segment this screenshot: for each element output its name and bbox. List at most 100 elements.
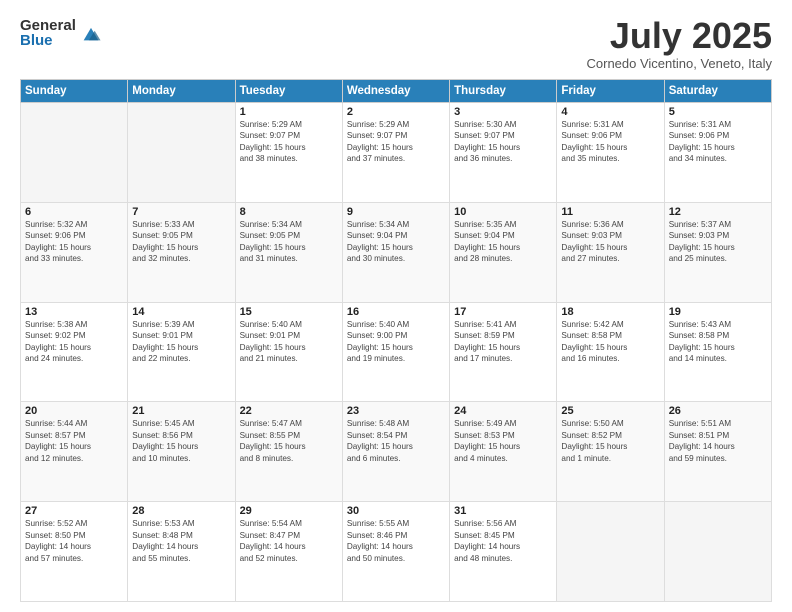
day-info: Sunrise: 5:38 AM Sunset: 9:02 PM Dayligh… <box>25 319 123 365</box>
day-info: Sunrise: 5:53 AM Sunset: 8:48 PM Dayligh… <box>132 518 230 564</box>
day-info: Sunrise: 5:49 AM Sunset: 8:53 PM Dayligh… <box>454 418 552 464</box>
calendar-cell: 7Sunrise: 5:33 AM Sunset: 9:05 PM Daylig… <box>128 202 235 302</box>
calendar-cell: 29Sunrise: 5:54 AM Sunset: 8:47 PM Dayli… <box>235 502 342 602</box>
logo-text: General Blue <box>20 18 76 48</box>
month-title: July 2025 <box>587 18 773 54</box>
calendar-cell: 28Sunrise: 5:53 AM Sunset: 8:48 PM Dayli… <box>128 502 235 602</box>
day-number: 20 <box>25 405 123 417</box>
day-header-wednesday: Wednesday <box>342 80 449 103</box>
day-info: Sunrise: 5:31 AM Sunset: 9:06 PM Dayligh… <box>669 119 767 165</box>
day-info: Sunrise: 5:55 AM Sunset: 8:46 PM Dayligh… <box>347 518 445 564</box>
day-number: 18 <box>561 306 659 318</box>
header: General Blue July 2025 Cornedo Vicentino… <box>20 18 772 71</box>
calendar-header-row: SundayMondayTuesdayWednesdayThursdayFrid… <box>21 80 772 103</box>
calendar-cell: 15Sunrise: 5:40 AM Sunset: 9:01 PM Dayli… <box>235 302 342 402</box>
day-info: Sunrise: 5:37 AM Sunset: 9:03 PM Dayligh… <box>669 219 767 265</box>
day-info: Sunrise: 5:50 AM Sunset: 8:52 PM Dayligh… <box>561 418 659 464</box>
calendar-cell: 20Sunrise: 5:44 AM Sunset: 8:57 PM Dayli… <box>21 402 128 502</box>
calendar-cell: 22Sunrise: 5:47 AM Sunset: 8:55 PM Dayli… <box>235 402 342 502</box>
day-info: Sunrise: 5:47 AM Sunset: 8:55 PM Dayligh… <box>240 418 338 464</box>
calendar-cell: 30Sunrise: 5:55 AM Sunset: 8:46 PM Dayli… <box>342 502 449 602</box>
day-info: Sunrise: 5:51 AM Sunset: 8:51 PM Dayligh… <box>669 418 767 464</box>
day-number: 15 <box>240 306 338 318</box>
calendar-cell: 10Sunrise: 5:35 AM Sunset: 9:04 PM Dayli… <box>450 202 557 302</box>
calendar-cell: 31Sunrise: 5:56 AM Sunset: 8:45 PM Dayli… <box>450 502 557 602</box>
day-info: Sunrise: 5:44 AM Sunset: 8:57 PM Dayligh… <box>25 418 123 464</box>
day-info: Sunrise: 5:52 AM Sunset: 8:50 PM Dayligh… <box>25 518 123 564</box>
day-info: Sunrise: 5:35 AM Sunset: 9:04 PM Dayligh… <box>454 219 552 265</box>
day-header-sunday: Sunday <box>21 80 128 103</box>
day-info: Sunrise: 5:29 AM Sunset: 9:07 PM Dayligh… <box>240 119 338 165</box>
page: General Blue July 2025 Cornedo Vicentino… <box>0 0 792 612</box>
day-header-friday: Friday <box>557 80 664 103</box>
calendar-cell: 23Sunrise: 5:48 AM Sunset: 8:54 PM Dayli… <box>342 402 449 502</box>
calendar-cell: 17Sunrise: 5:41 AM Sunset: 8:59 PM Dayli… <box>450 302 557 402</box>
day-number: 10 <box>454 206 552 218</box>
day-number: 27 <box>25 505 123 517</box>
calendar-cell: 26Sunrise: 5:51 AM Sunset: 8:51 PM Dayli… <box>664 402 771 502</box>
day-info: Sunrise: 5:54 AM Sunset: 8:47 PM Dayligh… <box>240 518 338 564</box>
calendar-cell: 9Sunrise: 5:34 AM Sunset: 9:04 PM Daylig… <box>342 202 449 302</box>
day-number: 30 <box>347 505 445 517</box>
day-number: 3 <box>454 106 552 118</box>
day-info: Sunrise: 5:33 AM Sunset: 9:05 PM Dayligh… <box>132 219 230 265</box>
day-number: 12 <box>669 206 767 218</box>
calendar-cell: 25Sunrise: 5:50 AM Sunset: 8:52 PM Dayli… <box>557 402 664 502</box>
day-number: 17 <box>454 306 552 318</box>
day-info: Sunrise: 5:43 AM Sunset: 8:58 PM Dayligh… <box>669 319 767 365</box>
calendar-week-row: 20Sunrise: 5:44 AM Sunset: 8:57 PM Dayli… <box>21 402 772 502</box>
day-number: 11 <box>561 206 659 218</box>
calendar-cell: 6Sunrise: 5:32 AM Sunset: 9:06 PM Daylig… <box>21 202 128 302</box>
day-number: 9 <box>347 206 445 218</box>
day-number: 4 <box>561 106 659 118</box>
day-info: Sunrise: 5:42 AM Sunset: 8:58 PM Dayligh… <box>561 319 659 365</box>
logo: General Blue <box>20 18 102 48</box>
day-info: Sunrise: 5:40 AM Sunset: 9:00 PM Dayligh… <box>347 319 445 365</box>
calendar-week-row: 27Sunrise: 5:52 AM Sunset: 8:50 PM Dayli… <box>21 502 772 602</box>
calendar-cell <box>128 103 235 203</box>
day-number: 23 <box>347 405 445 417</box>
day-info: Sunrise: 5:34 AM Sunset: 9:04 PM Dayligh… <box>347 219 445 265</box>
day-number: 24 <box>454 405 552 417</box>
day-number: 8 <box>240 206 338 218</box>
calendar-cell: 14Sunrise: 5:39 AM Sunset: 9:01 PM Dayli… <box>128 302 235 402</box>
day-info: Sunrise: 5:31 AM Sunset: 9:06 PM Dayligh… <box>561 119 659 165</box>
day-info: Sunrise: 5:56 AM Sunset: 8:45 PM Dayligh… <box>454 518 552 564</box>
calendar-cell: 21Sunrise: 5:45 AM Sunset: 8:56 PM Dayli… <box>128 402 235 502</box>
calendar-week-row: 1Sunrise: 5:29 AM Sunset: 9:07 PM Daylig… <box>21 103 772 203</box>
calendar-week-row: 13Sunrise: 5:38 AM Sunset: 9:02 PM Dayli… <box>21 302 772 402</box>
calendar-cell: 4Sunrise: 5:31 AM Sunset: 9:06 PM Daylig… <box>557 103 664 203</box>
calendar-cell: 11Sunrise: 5:36 AM Sunset: 9:03 PM Dayli… <box>557 202 664 302</box>
day-info: Sunrise: 5:30 AM Sunset: 9:07 PM Dayligh… <box>454 119 552 165</box>
calendar-cell: 24Sunrise: 5:49 AM Sunset: 8:53 PM Dayli… <box>450 402 557 502</box>
calendar-cell: 12Sunrise: 5:37 AM Sunset: 9:03 PM Dayli… <box>664 202 771 302</box>
day-number: 26 <box>669 405 767 417</box>
day-number: 28 <box>132 505 230 517</box>
calendar-cell: 18Sunrise: 5:42 AM Sunset: 8:58 PM Dayli… <box>557 302 664 402</box>
day-number: 25 <box>561 405 659 417</box>
day-number: 16 <box>347 306 445 318</box>
logo-blue: Blue <box>20 33 76 48</box>
day-info: Sunrise: 5:36 AM Sunset: 9:03 PM Dayligh… <box>561 219 659 265</box>
day-info: Sunrise: 5:45 AM Sunset: 8:56 PM Dayligh… <box>132 418 230 464</box>
day-number: 21 <box>132 405 230 417</box>
day-info: Sunrise: 5:39 AM Sunset: 9:01 PM Dayligh… <box>132 319 230 365</box>
calendar-cell <box>664 502 771 602</box>
calendar-table: SundayMondayTuesdayWednesdayThursdayFrid… <box>20 79 772 602</box>
calendar-cell: 2Sunrise: 5:29 AM Sunset: 9:07 PM Daylig… <box>342 103 449 203</box>
calendar-cell: 13Sunrise: 5:38 AM Sunset: 9:02 PM Dayli… <box>21 302 128 402</box>
calendar-cell: 8Sunrise: 5:34 AM Sunset: 9:05 PM Daylig… <box>235 202 342 302</box>
day-number: 1 <box>240 106 338 118</box>
day-header-monday: Monday <box>128 80 235 103</box>
title-section: July 2025 Cornedo Vicentino, Veneto, Ita… <box>587 18 773 71</box>
day-number: 22 <box>240 405 338 417</box>
day-number: 19 <box>669 306 767 318</box>
calendar-cell: 1Sunrise: 5:29 AM Sunset: 9:07 PM Daylig… <box>235 103 342 203</box>
day-number: 14 <box>132 306 230 318</box>
day-header-saturday: Saturday <box>664 80 771 103</box>
day-info: Sunrise: 5:40 AM Sunset: 9:01 PM Dayligh… <box>240 319 338 365</box>
day-info: Sunrise: 5:32 AM Sunset: 9:06 PM Dayligh… <box>25 219 123 265</box>
calendar-cell: 16Sunrise: 5:40 AM Sunset: 9:00 PM Dayli… <box>342 302 449 402</box>
day-info: Sunrise: 5:41 AM Sunset: 8:59 PM Dayligh… <box>454 319 552 365</box>
calendar-cell: 19Sunrise: 5:43 AM Sunset: 8:58 PM Dayli… <box>664 302 771 402</box>
